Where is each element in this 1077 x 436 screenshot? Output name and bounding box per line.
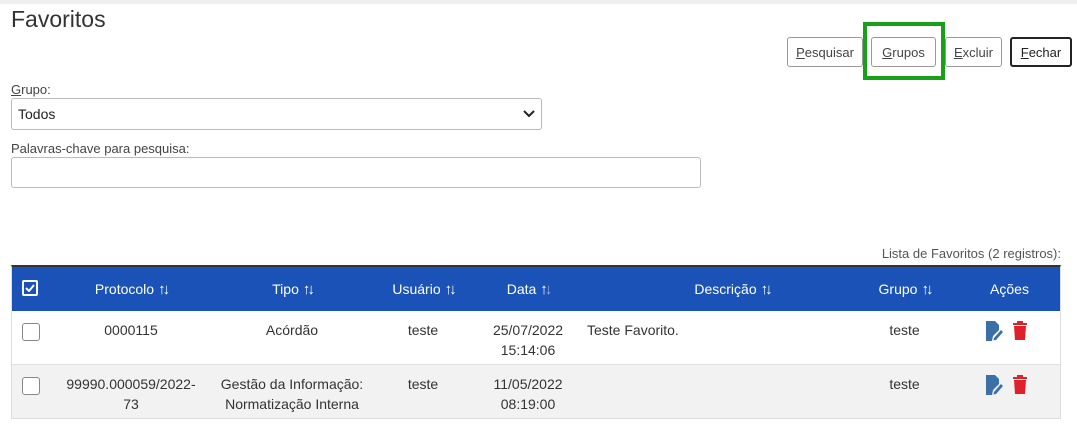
keywords-label: Palavras-chave para pesquisa: [11,141,190,156]
row-checkbox[interactable] [22,323,40,341]
fechar-label: echar [1028,44,1062,60]
pesquisar-accesskey: P [796,44,805,60]
table-row: 99990.000059/2022- 73 Gestão da Informaç… [12,364,1060,418]
header-grupo-label: Grupo [878,281,918,297]
header-data[interactable]: Data ↑↓ [477,267,579,311]
grupos-highlight-box [863,22,945,80]
trash-icon[interactable] [1010,374,1030,396]
cell-tipo-line1: Gestão da Informação: [220,376,364,392]
chevron-down-icon [523,107,535,121]
cell-descricao: Teste Favorito. [587,322,679,338]
sort-icon: ↑↓ [921,280,933,298]
select-all-checkbox-icon[interactable] [22,280,38,296]
sort-icon: ↑↓ [760,280,773,298]
excluir-button[interactable]: Excluir [945,37,1002,67]
header-tipo-label: Tipo [272,281,299,297]
grupo-label: Grupo: [11,82,51,97]
edit-icon[interactable] [984,320,1004,342]
cell-data-date: 25/07/2022 [492,322,564,338]
excluir-accesskey: E [953,44,963,60]
table-header: Protocolo ↑↓ Tipo ↑↓ Usuário ↑↓ Data ↑↓ Desc… [12,267,1060,311]
header-usuario-label: Usuário [392,281,441,297]
table-row: 0000115 Acórdão teste 25/07/2022 15:14:0… [12,311,1060,364]
cell-protocolo: 0000115 [104,322,158,338]
header-descricao[interactable]: Descrição ↑↓ [582,267,882,311]
pesquisar-button[interactable]: Pesquisar [787,37,863,67]
top-bar [0,0,1077,4]
fechar-accesskey: F [1020,44,1029,60]
header-protocolo[interactable]: Protocolo ↑↓ [56,267,206,311]
cell-usuario: teste [407,376,439,392]
table-caption: Lista de Favoritos (2 registros): [881,246,1061,261]
sort-icon: ↑↓ [444,280,457,298]
cell-usuario: teste [407,322,439,338]
cell-data-time: 08:19:00 [500,396,556,412]
cell-data-time: 15:14:06 [500,342,556,358]
trash-icon[interactable] [1010,320,1030,342]
sort-icon: ↑↓ [302,280,315,298]
sort-icon: ↑↓ [158,280,170,298]
cell-tipo: Acórdão [265,322,319,338]
cell-tipo-line2: Normatização Interna [225,396,359,412]
edit-icon[interactable] [984,374,1004,396]
keywords-input[interactable] [11,157,701,188]
header-protocolo-label: Protocolo [94,281,155,297]
header-descricao-label: Descrição [694,281,757,297]
cell-data: 11/05/2022 08:19:00 [477,374,579,414]
excluir-label: xcluir [962,44,993,60]
cell-data-date: 11/05/2022 [493,376,563,392]
grupo-select[interactable]: Todos [11,98,542,130]
cell-data: 25/07/2022 15:14:06 [477,320,579,360]
cell-protocolo-line2: 73 [123,396,139,412]
header-acoes: Ações [967,267,1052,311]
cell-grupo: teste [889,376,920,392]
sort-icon: ↑↓ [540,280,552,298]
fechar-button[interactable]: Fechar [1010,37,1072,67]
grupo-select-value: Todos [18,106,56,122]
row-checkbox[interactable] [22,377,40,395]
cell-protocolo-line1: 99990.000059/2022- [66,376,196,392]
header-usuario[interactable]: Usuário ↑↓ [372,267,474,311]
header-grupo[interactable]: Grupo ↑↓ [852,267,957,311]
favoritos-table: Protocolo ↑↓ Tipo ↑↓ Usuário ↑↓ Data ↑↓ Desc… [11,265,1061,419]
cell-protocolo: 99990.000059/2022- 73 [56,374,206,414]
header-acoes-label: Ações [990,281,1029,297]
pesquisar-label: esquisar [804,44,854,60]
header-tipo[interactable]: Tipo ↑↓ [217,267,367,311]
page-title: Favoritos [11,6,106,32]
cell-tipo: Gestão da Informação: Normatização Inter… [217,374,367,414]
cell-grupo: teste [889,322,920,338]
header-data-label: Data [506,281,537,297]
